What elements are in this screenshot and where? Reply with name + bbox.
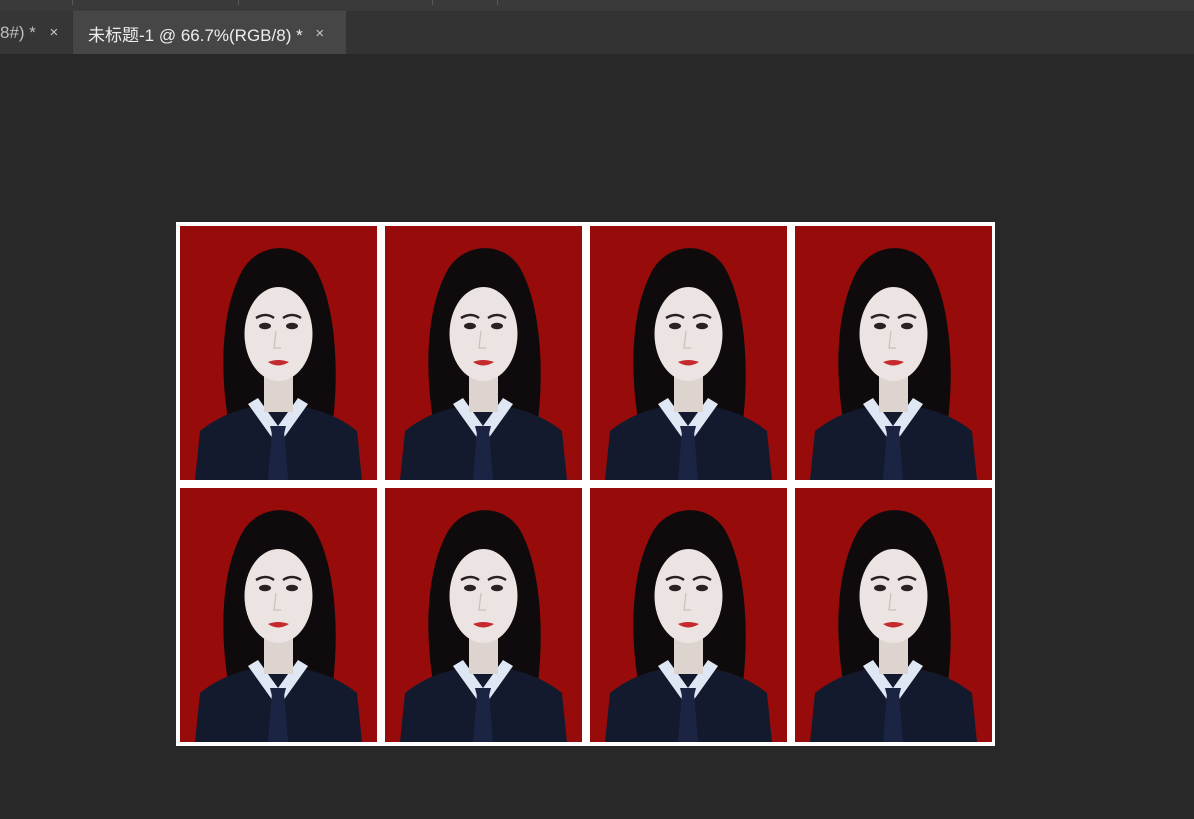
id-photo [385,226,582,480]
tab-label: 8#) * [0,22,36,42]
document-canvas[interactable] [176,222,995,746]
close-icon[interactable]: × [312,25,328,42]
document-tab-bar: 8#) * × 未标题-1 @ 66.7%(RGB/8) * × [0,11,1194,54]
id-photo [180,488,377,742]
id-photo [385,488,582,742]
id-photo [180,226,377,480]
tab-label: 未标题-1 @ 66.7%(RGB/8) * [88,25,303,45]
separator [432,0,433,5]
id-photo [590,488,787,742]
tab-document-untitled-1[interactable]: 未标题-1 @ 66.7%(RGB/8) * × [73,11,346,54]
id-photo [795,488,992,742]
close-icon[interactable]: × [46,24,62,41]
id-photo [590,226,787,480]
separator [497,0,498,5]
separator [238,0,239,5]
separator [72,0,73,5]
id-photo [795,226,992,480]
tab-document-previous[interactable]: 8#) * × [0,11,72,54]
